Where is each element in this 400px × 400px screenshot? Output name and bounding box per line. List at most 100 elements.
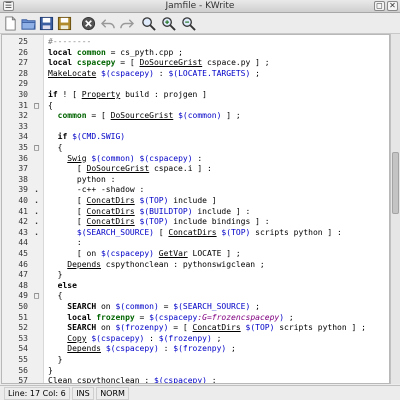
code-line[interactable]: 42. [ ConcatDirs $(TOP) include bindings… (2, 217, 389, 228)
code-line[interactable]: 27 local cspacepy = [ DoSourceGrist cspac… (2, 58, 389, 69)
find-button[interactable] (140, 15, 157, 32)
code-line[interactable]: 33 (2, 122, 389, 133)
code-line[interactable]: 35 □ { (2, 143, 389, 154)
code-line[interactable]: 43. $(SEARCH_SOURCE) [ ConcatDirs $(TOP)… (2, 228, 389, 239)
code-text: if ! [ Property build : projgen ] (48, 90, 207, 99)
code-editor[interactable]: 25 #-------- 26 local common = cs_pyth.cpp … (1, 34, 390, 384)
line-number: 38 (18, 174, 28, 184)
line-number: 37 (18, 164, 28, 174)
code-line[interactable]: 54 Depends $(cspacepy) : $(frozenpy) ; (2, 344, 389, 355)
code-text: Copy $(cspacepy) : $(frozenpy) ; (67, 333, 222, 343)
code-line[interactable]: 51 local frozenpy = $(cspacepy:G=frozenc… (2, 313, 389, 324)
open-folder-icon (21, 19, 36, 30)
code-text: [ ConcatDirs $(TOP) include ] (48, 196, 217, 205)
close-document-button[interactable] (80, 15, 97, 32)
find-icon (142, 17, 156, 31)
line-number: 40 (18, 196, 28, 205)
code-line[interactable]: 29 (2, 79, 389, 90)
code-text: MakeLocate $(cspacepy) : $(LOCATE.TARGET… (48, 68, 260, 78)
code-text: Depends $(cspacepy) : $(frozenpy) ; (67, 344, 236, 354)
code-line[interactable]: 38 python : (2, 174, 389, 186)
code-text: #-------- (48, 37, 92, 46)
line-number: 34 (18, 132, 28, 142)
code-line[interactable]: 56} (2, 366, 389, 377)
close-window-button[interactable]: ✕ (387, 1, 398, 11)
line-number: 31 (18, 100, 28, 110)
zoom-out-button[interactable] (180, 15, 197, 32)
code-text: : (48, 238, 82, 248)
code-text: [ ConcatDirs $(BUILDTOP) include ] : (48, 206, 251, 216)
line-number: 52 (18, 323, 28, 333)
line-number: 54 (18, 344, 28, 354)
fold-marker-icon[interactable]: □ (32, 101, 41, 112)
line-number: 55 (18, 355, 28, 364)
line-number: 47 (18, 270, 28, 280)
line-number: 35 (18, 143, 28, 152)
line-number: 45 (18, 249, 28, 258)
line-number: 49 (18, 291, 28, 301)
fold-indicator: . (34, 185, 39, 195)
redo-button[interactable] (118, 15, 135, 32)
code-line[interactable]: 32 common = [ DoSourceGrist $(common) ] … (2, 111, 389, 122)
save-as-button[interactable] (56, 15, 73, 32)
line-number: 29 (18, 79, 28, 89)
zoom-out-icon (182, 17, 196, 31)
code-line[interactable]: 47 } (2, 270, 389, 281)
line-number: 30 (18, 90, 28, 99)
code-text: SEARCH on $(frozenpy) = [ ConcatDirs $(T… (67, 323, 366, 333)
code-line[interactable]: 48 else (2, 280, 389, 292)
scrollbar-thumb[interactable] (392, 152, 399, 214)
code-line[interactable]: 34 if $(CMD.SWIG) (2, 132, 389, 143)
code-line[interactable]: 46 Depends cspythonclean : pythonswigcle… (2, 259, 389, 271)
zoom-in-button[interactable] (160, 15, 177, 32)
open-button[interactable] (20, 15, 37, 32)
close-document-icon (81, 16, 96, 31)
code-line[interactable]: 31 □ { (2, 100, 389, 112)
code-text: local cspacepy = [ DoSourceGrist cspace.… (48, 58, 270, 68)
save-button[interactable] (38, 15, 55, 32)
code-line[interactable]: 52 SEARCH on $(frozenpy) = [ ConcatDirs … (2, 323, 389, 334)
line-number: 32 (18, 111, 28, 121)
code-line[interactable]: 36 Swig $(common) $(cspacepy) : (2, 153, 389, 165)
line-number: 41 (18, 206, 28, 216)
code-line[interactable]: 45 [ on $(cspacepy) GetVar LOCATE ] ; (2, 249, 389, 260)
code-text: { (48, 100, 53, 110)
line-number: 48 (18, 280, 28, 290)
vertical-scrollbar[interactable] (390, 34, 400, 384)
code-text: Depends cspythonclean : pythonswigclean … (67, 259, 265, 269)
line-number: 26 (18, 47, 28, 57)
fold-indicator: . (34, 206, 39, 216)
line-number: 53 (18, 333, 28, 343)
code-line[interactable]: 57 Clean cspythonclean : $(cspacepy) ; (2, 376, 389, 384)
code-line[interactable]: 30 if ! [ Property build : projgen ] (2, 90, 389, 101)
code-line[interactable]: 50 SEARCH on $(common) = $(SEARCH_SOURCE… (2, 302, 389, 313)
maximize-button[interactable]: ◻ (374, 1, 385, 11)
undo-icon (101, 19, 115, 29)
fold-marker-icon[interactable]: □ (32, 143, 41, 154)
line-number: 57 (18, 376, 28, 384)
code-text: python : (48, 174, 116, 184)
code-text: SEARCH on $(common) = $(SEARCH_SOURCE) ; (67, 302, 260, 311)
code-line[interactable]: 41. [ ConcatDirs $(BUILDTOP) include ] : (2, 206, 389, 218)
code-line[interactable]: 26 local common = cs_pyth.cpp ; (2, 47, 389, 59)
code-line[interactable]: 53 Copy $(cspacepy) : $(frozenpy) ; (2, 333, 389, 345)
cursor-position: Line: 17 Col: 6 (4, 387, 70, 400)
code-line[interactable]: 55 } (2, 355, 389, 366)
code-line[interactable]: 37 [ DoSourceGrist cspace.i ] : (2, 164, 389, 175)
code-line[interactable]: 28 MakeLocate $(cspacepy) : $(LOCATE.TARG… (2, 68, 389, 80)
code-text: Swig $(common) $(cspacepy) : (67, 153, 203, 163)
fold-marker-icon[interactable]: □ (32, 291, 41, 302)
code-text: if $(CMD.SWIG) (57, 132, 126, 142)
code-line[interactable]: 39. -c++ -shadow : (2, 185, 389, 196)
redo-icon (120, 19, 134, 29)
undo-button[interactable] (100, 15, 117, 32)
code-line[interactable]: 44 : (2, 238, 389, 249)
window-title: Jamfile - KWrite (165, 1, 235, 11)
code-line[interactable]: 49 □ { (2, 291, 389, 302)
fold-indicator: . (34, 217, 39, 227)
code-line[interactable]: 40. [ ConcatDirs $(TOP) include ] (2, 196, 389, 207)
code-line[interactable]: 25 #-------- (2, 37, 389, 48)
code-text: [ on $(cspacepy) GetVar LOCATE ] ; (48, 249, 241, 258)
line-number: 44 (18, 238, 28, 248)
new-document-button[interactable] (2, 15, 19, 32)
